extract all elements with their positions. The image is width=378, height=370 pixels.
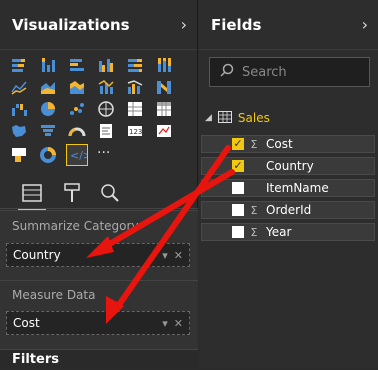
table-name: Sales xyxy=(237,111,270,125)
100-percent-column-icon[interactable] xyxy=(155,56,173,74)
waterfall-icon[interactable] xyxy=(10,100,28,118)
field-label: ItemName xyxy=(266,181,329,195)
scatter-chart-icon[interactable] xyxy=(68,100,86,118)
checkbox-unchecked[interactable] xyxy=(232,226,244,238)
field-row-orderid[interactable]: Σ OrderId xyxy=(201,201,375,219)
chevron-right-icon[interactable]: › xyxy=(181,15,187,34)
slicer-icon[interactable] xyxy=(10,146,28,164)
summarize-category-section: Summarize Category Country ▾ ✕ xyxy=(0,210,198,280)
checkbox-checked[interactable]: ✓ xyxy=(232,138,244,150)
field-label: OrderId xyxy=(266,203,312,217)
kpi-icon[interactable] xyxy=(155,122,173,140)
gauge-icon[interactable] xyxy=(68,122,86,140)
remove-x-icon[interactable]: ✕ xyxy=(174,317,183,330)
multi-row-card-icon[interactable]: 123 xyxy=(126,122,144,140)
field-row-cost[interactable]: ✓ Σ Cost xyxy=(201,135,375,153)
summarize-category-value: Country xyxy=(13,248,61,262)
field-row-year[interactable]: Σ Year xyxy=(201,223,375,241)
search-placeholder: Search xyxy=(242,64,287,80)
more-visuals-icon[interactable]: ··· xyxy=(97,146,115,164)
r-visual-icon[interactable]: </> xyxy=(66,144,88,166)
visual-options-tabs xyxy=(0,176,198,211)
visualizations-pane: Visualizations › 123 </> ·· xyxy=(0,0,198,369)
pie-chart-icon[interactable] xyxy=(39,100,57,118)
visualizations-title: Visualizations xyxy=(12,15,130,34)
summarize-category-well[interactable]: Country ▾ ✕ xyxy=(6,243,190,267)
clustered-column-icon[interactable] xyxy=(97,56,115,74)
line-and-stacked-column-icon[interactable] xyxy=(97,78,115,96)
filled-map-icon[interactable] xyxy=(10,122,28,140)
visualizations-header: Visualizations › xyxy=(0,0,197,50)
table-icon[interactable] xyxy=(126,100,144,118)
funnel-icon[interactable] xyxy=(39,122,57,140)
100-percent-bar-icon[interactable] xyxy=(126,56,144,74)
table-sales[interactable]: ◢ Sales xyxy=(199,108,378,128)
clustered-bar-icon[interactable] xyxy=(68,56,86,74)
measure-data-value: Cost xyxy=(13,316,40,330)
card-icon[interactable] xyxy=(97,122,115,140)
field-row-itemname[interactable]: ItemName xyxy=(201,179,375,197)
checkbox-checked[interactable]: ✓ xyxy=(232,160,244,172)
fields-pane: Fields › Search ◢ Sales ✓ Σ Cost ✓ Count… xyxy=(199,0,378,369)
chevron-right-icon[interactable]: › xyxy=(362,15,368,34)
field-label: Year xyxy=(266,225,292,239)
filters-header[interactable]: Filters xyxy=(0,349,198,369)
fields-search-input[interactable]: Search xyxy=(209,57,370,87)
table-grid-icon xyxy=(217,110,232,126)
svg-text:123: 123 xyxy=(129,128,142,136)
dropdown-arrow-icon[interactable]: ▾ xyxy=(162,317,168,330)
measure-data-label: Measure Data xyxy=(12,288,96,302)
field-label: Country xyxy=(266,159,314,173)
measure-data-well[interactable]: Cost ▾ ✕ xyxy=(6,311,190,335)
stacked-bar-icon[interactable] xyxy=(10,56,28,74)
collapse-triangle-icon[interactable]: ◢ xyxy=(205,113,212,123)
field-row-country[interactable]: ✓ Country xyxy=(201,157,375,175)
fields-tab-icon[interactable] xyxy=(18,181,46,211)
sigma-icon: Σ xyxy=(250,203,258,217)
sigma-icon: Σ xyxy=(250,137,258,151)
line-chart-icon[interactable] xyxy=(10,78,28,96)
search-icon xyxy=(220,63,234,81)
ribbon-chart-icon[interactable] xyxy=(155,78,173,96)
analytics-magnifier-icon[interactable] xyxy=(98,181,122,205)
field-label: Cost xyxy=(266,137,293,151)
remove-x-icon[interactable]: ✕ xyxy=(174,249,183,262)
sigma-icon: Σ xyxy=(250,225,258,239)
map-icon[interactable] xyxy=(97,100,115,118)
stacked-area-icon[interactable] xyxy=(68,78,86,96)
stacked-column-icon[interactable] xyxy=(39,56,57,74)
dropdown-arrow-icon[interactable]: ▾ xyxy=(162,249,168,262)
matrix-icon[interactable] xyxy=(155,100,173,118)
fields-title: Fields xyxy=(211,15,262,34)
svg-text:</>: </> xyxy=(70,149,87,162)
line-and-clustered-column-icon[interactable] xyxy=(126,78,144,96)
area-chart-icon[interactable] xyxy=(39,78,57,96)
fields-header: Fields › xyxy=(199,0,378,50)
summarize-category-label: Summarize Category xyxy=(12,219,139,233)
format-paint-roller-icon[interactable] xyxy=(60,181,84,205)
checkbox-unchecked[interactable] xyxy=(232,182,244,194)
checkbox-unchecked[interactable] xyxy=(232,204,244,216)
measure-data-section: Measure Data Cost ▾ ✕ xyxy=(0,280,198,349)
donut-chart-icon[interactable] xyxy=(39,146,57,164)
